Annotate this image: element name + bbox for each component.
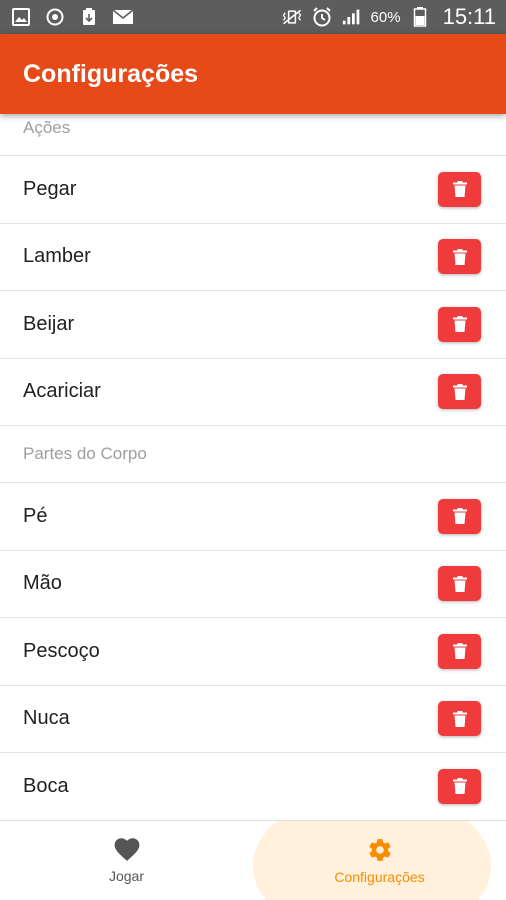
trash-icon <box>452 710 467 727</box>
delete-button[interactable] <box>438 171 481 207</box>
delete-button[interactable] <box>438 633 481 669</box>
list-item-label: Mão <box>23 572 62 595</box>
tab-configuracoes-label: Configurações <box>334 868 425 885</box>
list-item: Lamber <box>0 224 506 291</box>
list-item-label: Pé <box>23 504 48 527</box>
trash-icon <box>452 508 467 525</box>
status-system: 60% 15:11 <box>281 4 496 30</box>
list-item: Mão <box>0 551 506 618</box>
section-header-acoes: Ações <box>0 114 506 156</box>
trash-icon <box>452 643 467 660</box>
trash-icon <box>452 316 467 333</box>
image-icon <box>10 6 32 28</box>
battery-percent: 60% <box>370 8 401 26</box>
list-item: Pescoço <box>0 618 506 686</box>
list-item-label: Pescoço <box>23 639 100 662</box>
trash-icon <box>452 383 467 400</box>
settings-list[interactable]: Ações Pegar Lamber Beijar Acariciar Part… <box>0 114 506 820</box>
list-item: Pé <box>0 483 506 551</box>
signal-icon <box>341 6 363 28</box>
list-item-label: Lamber <box>23 245 91 268</box>
delete-button[interactable] <box>438 498 481 534</box>
alarm-icon <box>311 6 333 28</box>
list-item-label: Nuca <box>23 707 70 730</box>
list-item-label: Boca <box>23 774 69 797</box>
trash-icon <box>452 575 467 592</box>
trash-icon <box>452 248 467 265</box>
vibrate-icon <box>281 6 303 28</box>
status-notifications <box>10 6 134 28</box>
mail-icon <box>112 6 134 28</box>
list-item: Beijar <box>0 291 506 359</box>
battery-icon <box>409 6 431 28</box>
bottom-navigation: Jogar Configurações <box>0 820 506 900</box>
page-title: Configurações <box>23 59 199 88</box>
delete-button[interactable] <box>438 306 481 342</box>
section-header-partes-do-corpo: Partes do Corpo <box>0 426 506 483</box>
delete-button[interactable] <box>438 701 481 737</box>
delete-button[interactable] <box>438 239 481 275</box>
tab-configuracoes[interactable]: Configurações <box>253 821 506 900</box>
heart-icon <box>114 837 139 861</box>
tab-jogar[interactable]: Jogar <box>0 821 253 900</box>
delete-button[interactable] <box>438 374 481 410</box>
delete-button[interactable] <box>438 566 481 602</box>
sync-icon <box>44 6 66 28</box>
list-item: Acariciar <box>0 359 506 426</box>
list-item: Nuca <box>0 686 506 753</box>
list-item: Boca <box>0 753 506 820</box>
list-item-label: Beijar <box>23 312 75 335</box>
list-item-label: Acariciar <box>23 380 101 403</box>
gear-icon <box>368 838 391 861</box>
tab-jogar-label: Jogar <box>108 867 145 884</box>
list-item: Pegar <box>0 156 506 224</box>
list-item-label: Pegar <box>23 177 77 200</box>
delete-button[interactable] <box>438 768 481 804</box>
trash-icon <box>452 778 467 795</box>
download-icon <box>78 6 100 28</box>
trash-icon <box>452 181 467 198</box>
app-bar: Configurações <box>0 34 506 114</box>
status-bar: 60% 15:11 <box>0 0 506 34</box>
clock: 15:11 <box>442 4 496 29</box>
